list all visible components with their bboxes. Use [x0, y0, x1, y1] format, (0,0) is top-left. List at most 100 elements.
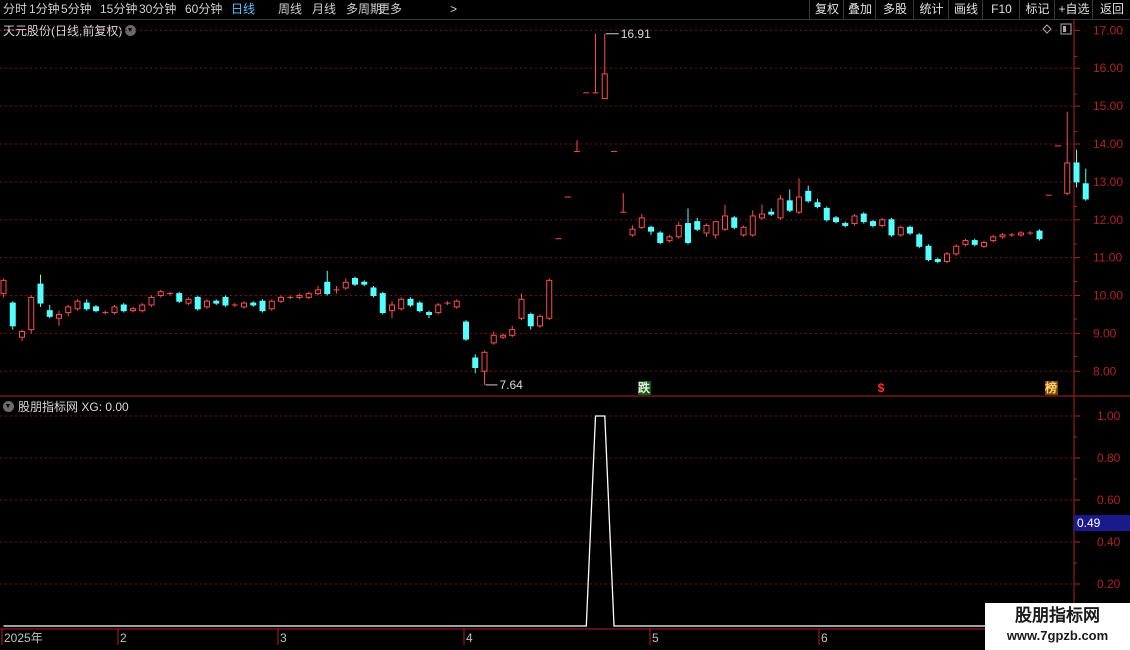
candle: [361, 280, 368, 287]
time-tick-label: 2: [120, 631, 127, 645]
candle-body: [185, 298, 192, 304]
candle: [1036, 229, 1043, 241]
bang-marker: 榜: [1045, 380, 1058, 395]
candle-body: [823, 207, 830, 221]
candle-body: [28, 296, 35, 331]
candle: [305, 291, 312, 300]
candle: [176, 291, 183, 304]
panel-collapse-icon: [1060, 23, 1072, 35]
candle-body: [1064, 162, 1071, 194]
candle: [1073, 149, 1080, 188]
indicator-tick-label: 0.80: [1097, 451, 1121, 465]
candle-body: [19, 331, 25, 338]
candle: [1018, 231, 1024, 237]
candle-body: [65, 306, 72, 314]
candle-body: [222, 296, 229, 306]
candle-body: [537, 315, 543, 327]
candle: [962, 238, 969, 247]
price-tick-label: 16.00: [1093, 61, 1123, 75]
candle: [370, 286, 377, 298]
candle: [509, 325, 516, 338]
candle-body: [851, 215, 858, 225]
candle: [148, 295, 155, 307]
candle: [537, 314, 543, 328]
candle: [268, 299, 275, 311]
indicator-tick-label: 0.20: [1097, 577, 1121, 591]
candle: [333, 286, 340, 294]
candle: [805, 185, 812, 203]
candle-body: [296, 295, 303, 298]
diamond-icon: [1042, 24, 1052, 34]
candle: [481, 350, 488, 385]
candle: [65, 304, 72, 317]
candle-body: [74, 300, 81, 310]
candle: [971, 238, 978, 247]
candle-body: [971, 240, 978, 245]
candle-body: [93, 306, 99, 312]
candle: [953, 244, 960, 256]
candle: [426, 310, 432, 319]
candle-body: [463, 321, 469, 340]
candle: [888, 217, 895, 237]
candle: [879, 217, 886, 228]
indicator-tick-label: 0.40: [1097, 535, 1121, 549]
candle-body: [9, 302, 16, 327]
candle: [1082, 168, 1089, 201]
candle-body: [435, 304, 442, 314]
candle-body: [518, 298, 525, 319]
candle: [823, 206, 830, 222]
watermark: 股朋指标网 www.7gpzb.com: [985, 603, 1130, 650]
candle-body: [601, 73, 608, 100]
candle-body: [481, 351, 488, 372]
candle-body: [361, 281, 368, 285]
candle-body: [370, 287, 377, 297]
candle: [786, 189, 793, 213]
candle-body: [278, 296, 284, 302]
candle: [870, 219, 876, 228]
candle: [120, 303, 127, 313]
candle-body: [666, 236, 673, 242]
candle: [453, 299, 460, 309]
candle: [213, 299, 220, 305]
candle: [638, 214, 645, 230]
candle: [999, 233, 1006, 239]
price-tick-label: 11.00: [1093, 251, 1122, 265]
candle-body: [490, 334, 497, 344]
watermark-title: 股朋指标网: [1015, 606, 1100, 625]
candle: [157, 289, 164, 298]
candle: [740, 225, 747, 237]
candle: [0, 278, 7, 298]
candle: [518, 293, 525, 321]
candle: [204, 299, 210, 309]
candle: [916, 233, 923, 249]
dollar-marker-text: $: [878, 381, 885, 395]
candle-body: [731, 217, 738, 228]
candle: [250, 301, 257, 307]
price-tick-label: 14.00: [1093, 137, 1123, 151]
candle: [897, 225, 904, 237]
candle-body: [0, 279, 7, 295]
candle-body: [157, 291, 164, 297]
candle-body: [509, 329, 516, 336]
candle-body: [324, 281, 331, 295]
candle-body: [629, 228, 636, 236]
candle-body: [407, 298, 414, 306]
candle-body: [860, 213, 867, 223]
candle: [814, 198, 821, 209]
candle-body: [796, 196, 802, 213]
candle: [851, 214, 858, 226]
candle-body: [342, 281, 349, 289]
candle-body: [416, 302, 423, 312]
candle: [324, 270, 331, 296]
candle-body: [259, 300, 266, 312]
panel-collapse-bar: [1063, 26, 1066, 32]
candle: [398, 297, 405, 311]
candle-body: [805, 190, 812, 202]
die-marker: 跌: [638, 380, 651, 395]
time-tick-label: 2025年: [4, 631, 43, 645]
candle-body: [546, 279, 553, 319]
candle-body: [833, 217, 839, 223]
candle: [241, 301, 247, 309]
candle: [1008, 233, 1015, 237]
candle-body: [657, 232, 664, 243]
